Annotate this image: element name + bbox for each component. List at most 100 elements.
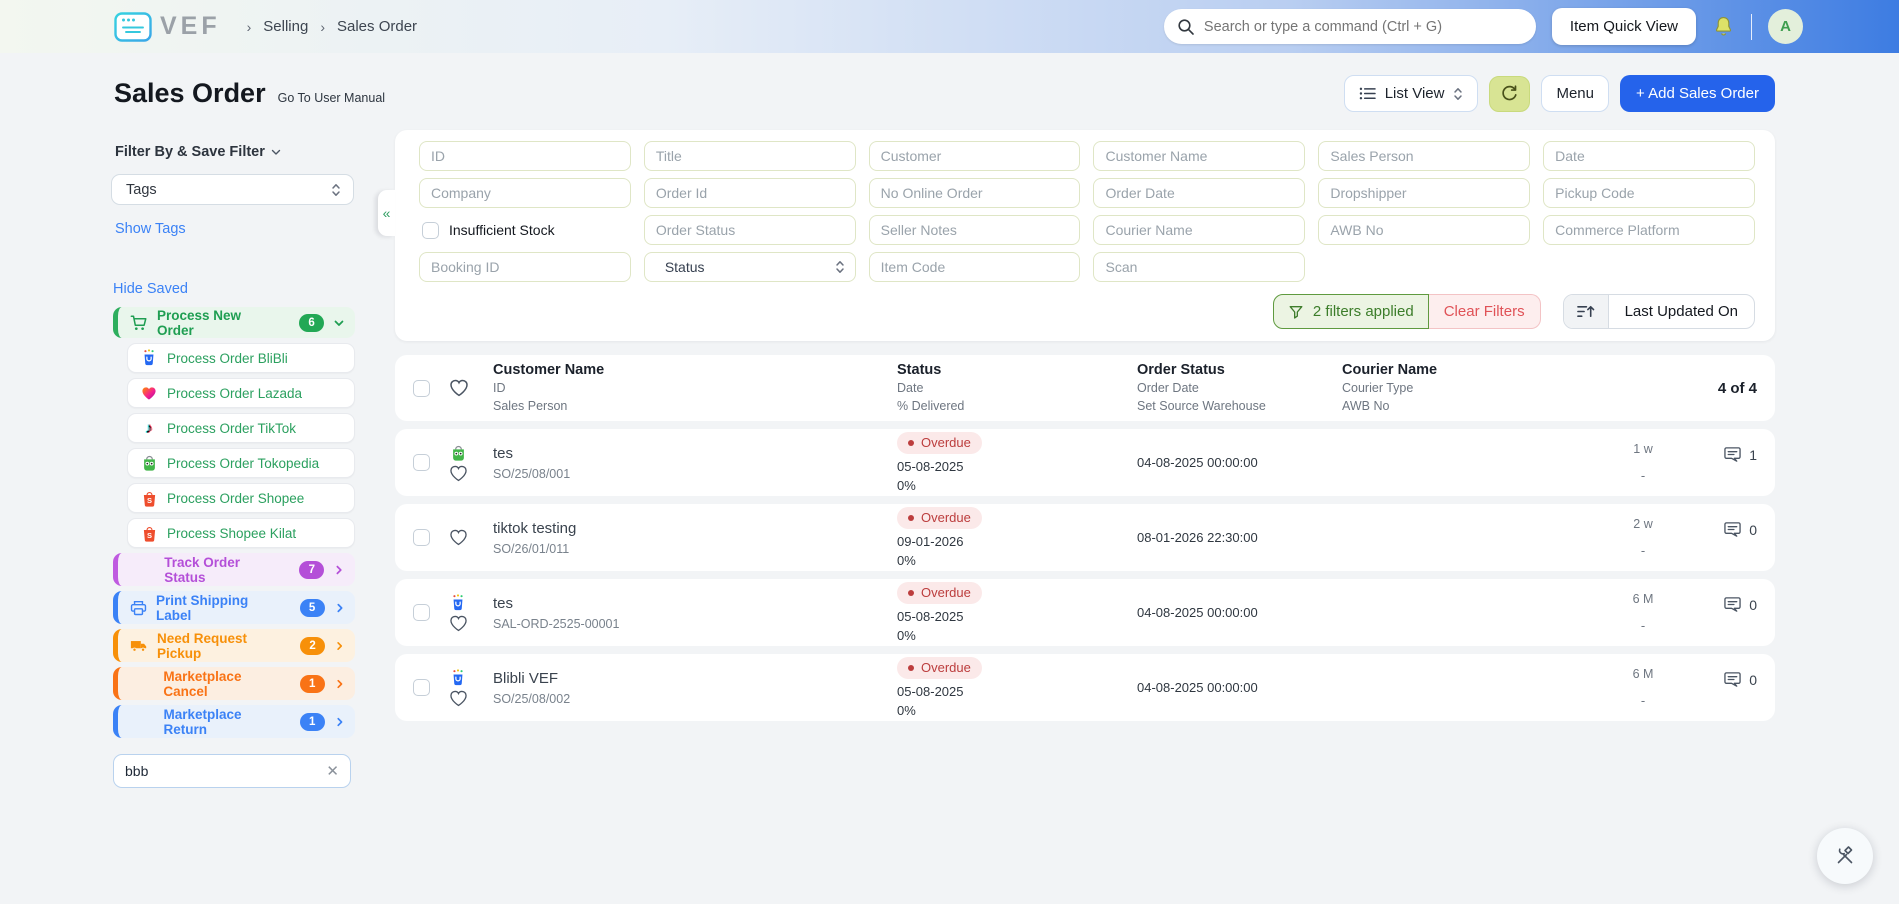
filter-courier-name-input[interactable] [1093, 215, 1306, 245]
comment-icon[interactable] [1723, 671, 1742, 688]
filter-customer-name-input[interactable] [1093, 141, 1306, 171]
saved-filter-process-new-order[interactable]: Process New Order 6 [113, 307, 355, 338]
saved-filter-process-shopee-kilat[interactable]: S Process Shopee Kilat [127, 518, 355, 548]
saved-filter-process-order-shopee[interactable]: S Process Order Shopee [127, 483, 355, 513]
app-logo[interactable]: VEF [114, 11, 221, 42]
row-checkbox[interactable] [413, 529, 430, 546]
heart-icon[interactable] [449, 615, 468, 632]
row-checkbox[interactable] [413, 679, 430, 696]
filter-no-online-order-input[interactable] [868, 178, 1081, 208]
filter-dropshipper-input[interactable] [1318, 178, 1531, 208]
customer-name[interactable]: tiktok testing [493, 519, 897, 539]
collapse-filters-button[interactable]: « [378, 190, 395, 236]
customer-name[interactable]: Blibli VEF [493, 669, 897, 689]
insufficient-stock-label: Insufficient Stock [449, 222, 555, 238]
filter-awb-no-input[interactable] [1318, 215, 1531, 245]
header-order-status-column[interactable]: Order Status Order Date Set Source Wareh… [1137, 361, 1342, 415]
filter-order-status-input[interactable] [643, 215, 856, 245]
table-row[interactable]: tes SAL-ORD-2525-00001 Overdue 05-08-202… [395, 579, 1775, 646]
header-status-column[interactable]: Status Date % Delivered [897, 361, 1137, 415]
table-row[interactable]: tiktok testing SO/26/01/011 Overdue 09-0… [395, 504, 1775, 571]
filter-order-date-input[interactable] [1093, 178, 1306, 208]
blibli-icon [140, 349, 158, 368]
breadcrumb-sales-order[interactable]: Sales Order [337, 18, 417, 35]
saved-filter-print-shipping-label[interactable]: Print Shipping Label 5 [113, 591, 355, 624]
header-courier-column[interactable]: Courier Name Courier Type AWB No [1342, 361, 1597, 415]
select-all-checkbox[interactable] [413, 379, 430, 397]
item-quick-view-button[interactable]: Item Quick View [1551, 8, 1696, 45]
updown-chevron-icon [1453, 86, 1463, 102]
tags-select-value: Tags [126, 181, 157, 198]
refresh-button[interactable] [1489, 75, 1531, 112]
breadcrumb-selling[interactable]: Selling [263, 18, 308, 35]
comment-icon[interactable] [1723, 521, 1742, 538]
sort-field-button[interactable]: Last Updated On [1609, 295, 1754, 328]
heart-icon[interactable] [449, 529, 468, 546]
customer-name[interactable]: tes [493, 444, 897, 464]
comment-icon[interactable] [1723, 596, 1742, 613]
filter-section-heading[interactable]: Filter By & Save Filter [115, 144, 359, 160]
filter-title-input[interactable] [643, 141, 856, 171]
saved-filter-process-order-tiktok[interactable]: ♪ Process Order TikTok [127, 413, 355, 443]
comment-icon[interactable] [1723, 446, 1742, 463]
status-select-value: Status [664, 259, 705, 275]
status-badge: Overdue [897, 582, 982, 604]
avatar[interactable]: A [1768, 9, 1803, 44]
row-date: 05-08-2025 [897, 684, 964, 699]
view-selector-button[interactable]: List View [1343, 75, 1479, 112]
search-input[interactable] [1163, 9, 1536, 44]
filter-status-select[interactable]: Status [643, 252, 856, 282]
user-manual-link[interactable]: Go To User Manual [278, 91, 385, 105]
row-checkbox[interactable] [413, 604, 430, 621]
hide-saved-link[interactable]: Hide Saved [113, 281, 188, 297]
tags-select[interactable]: Tags [111, 174, 354, 205]
customer-name[interactable]: tes [493, 594, 897, 614]
sales-order-id[interactable]: SAL-ORD-2525-00001 [493, 617, 897, 631]
sales-order-id[interactable]: SO/26/01/011 [493, 542, 897, 556]
sales-order-id[interactable]: SO/25/08/001 [493, 467, 897, 481]
insufficient-stock-checkbox[interactable] [422, 221, 439, 239]
heart-icon[interactable] [449, 379, 469, 397]
table-row[interactable]: Blibli VEF SO/25/08/002 Overdue 05-08-20… [395, 654, 1775, 721]
filter-customer-input[interactable] [868, 141, 1081, 171]
saved-filter-track-order-status[interactable]: Track Order Status 7 [113, 553, 355, 586]
saved-filter-label: Process New Order [157, 307, 242, 338]
clear-search-icon[interactable]: ✕ [326, 762, 339, 780]
filter-booking-id-input[interactable] [419, 252, 631, 282]
filter-scan-input[interactable] [1093, 252, 1306, 282]
sales-order-id[interactable]: SO/25/08/002 [493, 692, 897, 706]
heart-icon[interactable] [449, 465, 468, 482]
chevron-right-icon: › [246, 18, 252, 35]
filter-order-id-input[interactable] [643, 178, 856, 208]
saved-filter-process-order-tokopedia[interactable]: Process Order Tokopedia [127, 448, 355, 478]
row-checkbox[interactable] [413, 454, 430, 471]
sort-direction-button[interactable] [1563, 295, 1609, 328]
menu-button[interactable]: Menu [1541, 75, 1609, 112]
header-customer-column[interactable]: Customer Name ID Sales Person [493, 361, 897, 415]
navbar-right: Item Quick View A [1163, 8, 1803, 45]
filter-sales-person-input[interactable] [1318, 141, 1531, 171]
filters-applied-button[interactable]: 2 filters applied [1272, 294, 1429, 329]
saved-filter-marketplace-cancel[interactable]: Marketplace Cancel 1 [113, 667, 355, 700]
filter-seller-notes-input[interactable] [868, 215, 1081, 245]
filter-id-input[interactable] [419, 141, 631, 171]
saved-filter-process-order-blibli[interactable]: Process Order BliBli [127, 343, 355, 373]
comment-count: 0 [1749, 521, 1757, 538]
saved-filter-search-input[interactable] [125, 763, 327, 779]
filter-item-code-input[interactable] [868, 252, 1081, 282]
bell-icon[interactable] [1712, 14, 1735, 39]
heart-icon[interactable] [449, 690, 468, 707]
saved-filter-marketplace-return[interactable]: Marketplace Return 1 [113, 705, 355, 738]
filter-commerce-platform-input[interactable] [1543, 215, 1755, 245]
filter-company-input[interactable] [419, 178, 631, 208]
show-tags-link[interactable]: Show Tags [115, 221, 186, 237]
filter-date-input[interactable] [1543, 141, 1755, 171]
tools-fab-button[interactable] [1817, 828, 1873, 884]
status-badge: Overdue [897, 657, 982, 679]
table-row[interactable]: tes SO/25/08/001 Overdue 05-08-2025 0% 0… [395, 429, 1775, 496]
saved-filter-process-order-lazada[interactable]: Process Order Lazada [127, 378, 355, 408]
saved-filter-need-request-pickup[interactable]: Need Request Pickup 2 [113, 629, 355, 662]
add-sales-order-button[interactable]: + Add Sales Order [1620, 75, 1775, 112]
clear-filters-button[interactable]: Clear Filters [1428, 294, 1541, 329]
filter-pickup-code-input[interactable] [1543, 178, 1755, 208]
